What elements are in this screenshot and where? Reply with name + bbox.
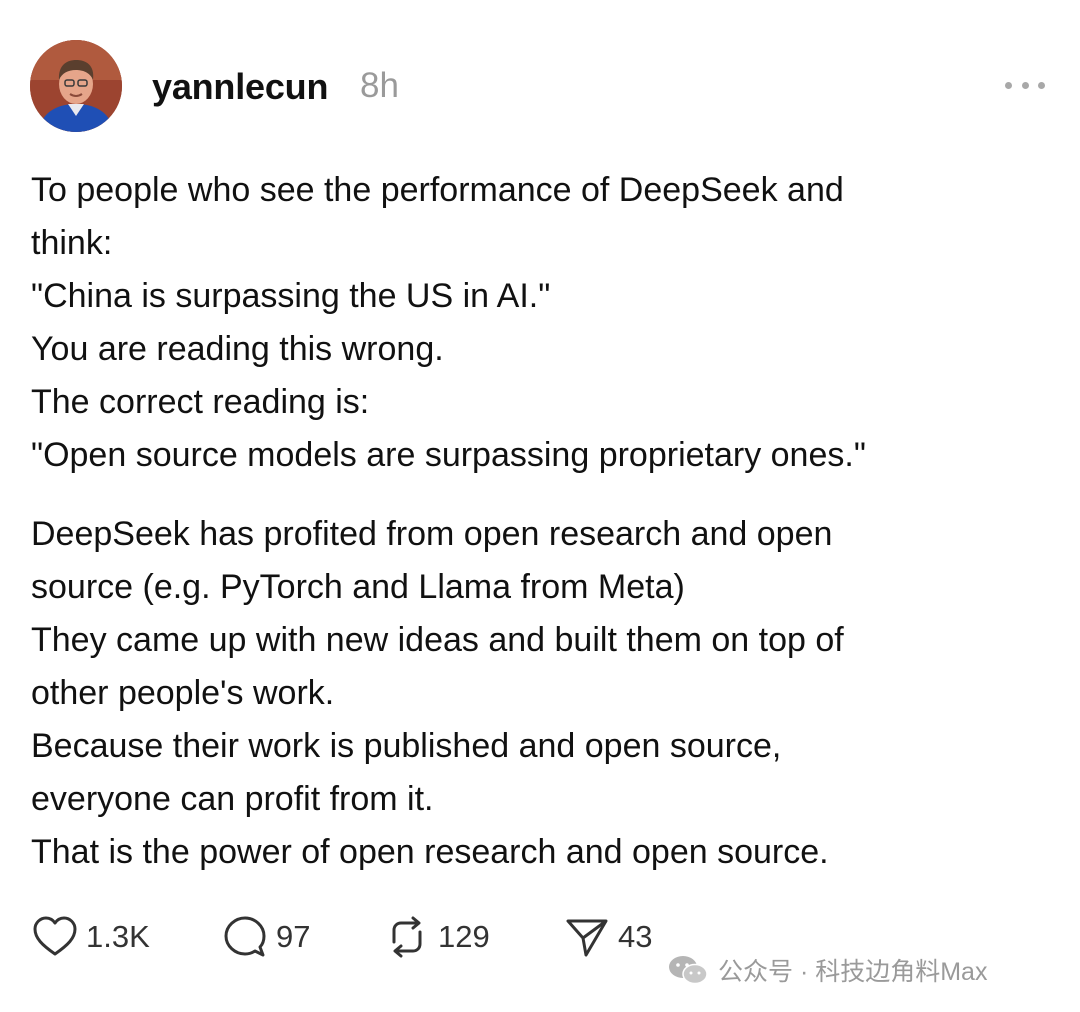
send-icon	[564, 914, 610, 960]
user-avatar	[30, 40, 122, 132]
post-time: 8h	[360, 66, 399, 105]
repost-count: 129	[438, 919, 490, 954]
text-line: They came up with new ideas and built th…	[31, 621, 844, 659]
paragraph-2: DeepSeek has profited from open research…	[31, 508, 1051, 879]
paragraph-1: To people who see the performance of Dee…	[31, 164, 1051, 482]
more-dot	[1005, 81, 1012, 89]
text-line: "Open source models are surpassing propr…	[31, 436, 866, 474]
repost-icon	[384, 914, 430, 960]
heart-icon	[32, 914, 78, 960]
reply-button[interactable]: 97	[222, 912, 310, 962]
like-count: 1.3K	[86, 919, 150, 954]
username[interactable]: yannlecun	[152, 66, 328, 108]
text-line: source (e.g. PyTorch and Llama from Meta…	[31, 568, 685, 606]
share-count: 43	[618, 919, 653, 954]
text-line: Because their work is published and open…	[31, 727, 782, 765]
like-button[interactable]: 1.3K	[32, 912, 150, 962]
post-body: To people who see the performance of Dee…	[31, 164, 1051, 879]
text-line: DeepSeek has profited from open research…	[31, 515, 833, 553]
text-line: think:	[31, 224, 113, 262]
text-line: To people who see the performance of Dee…	[31, 171, 844, 209]
post-header: yannlecun 8h	[30, 40, 1050, 132]
more-dot	[1021, 81, 1029, 89]
reply-count: 97	[276, 919, 311, 954]
text-line: everyone can profit from it.	[31, 780, 434, 818]
text-line: The correct reading is:	[31, 383, 370, 421]
comment-icon	[222, 914, 268, 960]
more-dot	[1038, 81, 1045, 89]
text-line: That is the power of open research and o…	[31, 833, 829, 871]
watermark-text: 公众号 · 科技边角料Max	[718, 958, 988, 986]
repost-button[interactable]: 129	[384, 912, 490, 962]
share-button[interactable]: 43	[564, 912, 652, 962]
watermark: 公众号 · 科技边角料Max	[668, 950, 987, 990]
more-icon[interactable]	[1005, 70, 1045, 100]
text-line: "China is surpassing the US in AI."	[31, 277, 551, 315]
text-line: You are reading this wrong.	[31, 330, 444, 368]
wechat-icon	[668, 954, 708, 986]
avatar[interactable]	[30, 40, 122, 132]
text-line: other people's work.	[31, 674, 335, 712]
